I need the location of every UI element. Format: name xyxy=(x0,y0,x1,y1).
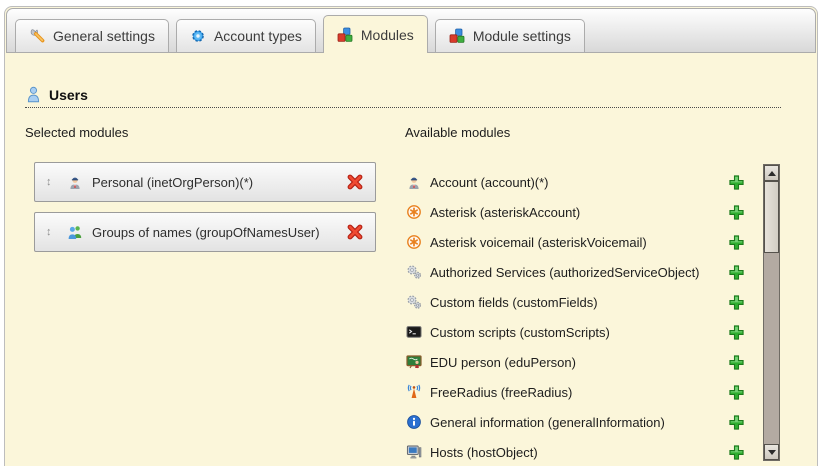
available-module-custom-scripts: Custom scripts (customScripts) xyxy=(405,317,745,347)
asterisk-icon xyxy=(405,204,422,221)
available-modules-scrollbar[interactable] xyxy=(763,164,780,461)
add-module-button[interactable] xyxy=(728,444,745,461)
person-icon xyxy=(66,174,83,191)
module-name: Personal (inetOrgPerson)(*) xyxy=(92,175,346,190)
terminal-icon xyxy=(405,324,422,341)
available-module-authorized-services: Authorized Services (authorizedServiceOb… xyxy=(405,257,745,287)
up-arrow-icon xyxy=(768,171,776,176)
add-module-button[interactable] xyxy=(728,174,745,191)
module-name: General information (generalInformation) xyxy=(430,415,728,430)
module-name: EDU person (eduPerson) xyxy=(430,355,728,370)
modules-icon xyxy=(449,28,466,45)
selected-modules-label: Selected modules xyxy=(25,125,128,140)
scrollbar-down-button[interactable] xyxy=(764,444,779,460)
host-icon xyxy=(405,444,422,461)
tab-account-types[interactable]: Account types xyxy=(176,19,316,52)
add-module-button[interactable] xyxy=(728,414,745,431)
module-name: Account (account)(*) xyxy=(430,175,728,190)
gears-icon xyxy=(405,264,422,281)
add-module-button[interactable] xyxy=(728,324,745,341)
module-name: Hosts (hostObject) xyxy=(430,445,728,460)
section-title: Users xyxy=(49,87,88,103)
config-panel: General settings Account types Modules Modu… xyxy=(4,6,818,466)
modules-icon xyxy=(337,26,354,43)
gears-icon xyxy=(405,294,422,311)
tab-module-settings[interactable]: Module settings xyxy=(435,19,585,52)
add-module-button[interactable] xyxy=(728,384,745,401)
available-module-hosts: Hosts (hostObject) xyxy=(405,437,745,467)
board-icon xyxy=(405,354,422,371)
tab-label: Module settings xyxy=(473,28,571,44)
tab-label: General settings xyxy=(53,28,155,44)
available-module-asterisk-voicemail: Asterisk voicemail (asteriskVoicemail) xyxy=(405,227,745,257)
module-name: Asterisk voicemail (asteriskVoicemail) xyxy=(430,235,728,250)
module-name: Authorized Services (authorizedServiceOb… xyxy=(430,265,728,280)
tab-modules[interactable]: Modules xyxy=(323,15,428,53)
available-module-account: Account (account)(*) xyxy=(405,167,745,197)
available-module-general-information: General information (generalInformation) xyxy=(405,407,745,437)
add-module-button[interactable] xyxy=(728,234,745,251)
scrollbar-up-button[interactable] xyxy=(764,165,779,181)
users-section-header: Users xyxy=(25,86,781,108)
add-module-button[interactable] xyxy=(728,264,745,281)
available-module-edu-person: EDU person (eduPerson) xyxy=(405,347,745,377)
person-icon xyxy=(405,174,422,191)
module-name: Groups of names (groupOfNamesUser) xyxy=(92,225,346,240)
scrollbar-thumb[interactable] xyxy=(764,181,779,253)
asterisk-icon xyxy=(405,234,422,251)
group-icon xyxy=(66,224,83,241)
antenna-icon xyxy=(405,384,422,401)
remove-module-button[interactable] xyxy=(346,173,364,191)
selected-module-personal[interactable]: ↕ Personal (inetOrgPerson)(*) xyxy=(34,162,376,202)
module-name: FreeRadius (freeRadius) xyxy=(430,385,728,400)
tab-general-settings[interactable]: General settings xyxy=(15,19,169,52)
info-icon xyxy=(405,414,422,431)
reorder-handle-icon[interactable]: ↕ xyxy=(46,176,66,188)
available-module-asterisk: Asterisk (asteriskAccount) xyxy=(405,197,745,227)
tab-label: Modules xyxy=(361,27,414,43)
add-module-button[interactable] xyxy=(728,204,745,221)
add-module-button[interactable] xyxy=(728,354,745,371)
down-arrow-icon xyxy=(768,450,776,455)
available-modules-list: Account (account)(*) Asterisk (asteriskAc… xyxy=(405,167,745,467)
tab-label: Account types xyxy=(214,28,302,44)
remove-module-button[interactable] xyxy=(346,223,364,241)
module-name: Custom fields (customFields) xyxy=(430,295,728,310)
wrench-icon xyxy=(29,28,46,45)
module-name: Asterisk (asteriskAccount) xyxy=(430,205,728,220)
users-icon xyxy=(25,86,42,103)
reorder-handle-icon[interactable]: ↕ xyxy=(46,226,66,238)
lam-configuration-window: General settings Account types Modules Modu… xyxy=(0,0,824,473)
available-modules-label: Available modules xyxy=(405,125,510,140)
selected-modules-list: ↕ Personal (inetOrgPerson)(*) ↕ Groups of n… xyxy=(34,162,376,262)
gear-icon xyxy=(190,28,207,45)
add-module-button[interactable] xyxy=(728,294,745,311)
selected-module-groups-of-names[interactable]: ↕ Groups of names (groupOfNamesUser) xyxy=(34,212,376,252)
available-module-freeradius: FreeRadius (freeRadius) xyxy=(405,377,745,407)
available-module-custom-fields: Custom fields (customFields) xyxy=(405,287,745,317)
module-name: Custom scripts (customScripts) xyxy=(430,325,728,340)
tab-bar: General settings Account types Modules Modu… xyxy=(6,8,816,53)
